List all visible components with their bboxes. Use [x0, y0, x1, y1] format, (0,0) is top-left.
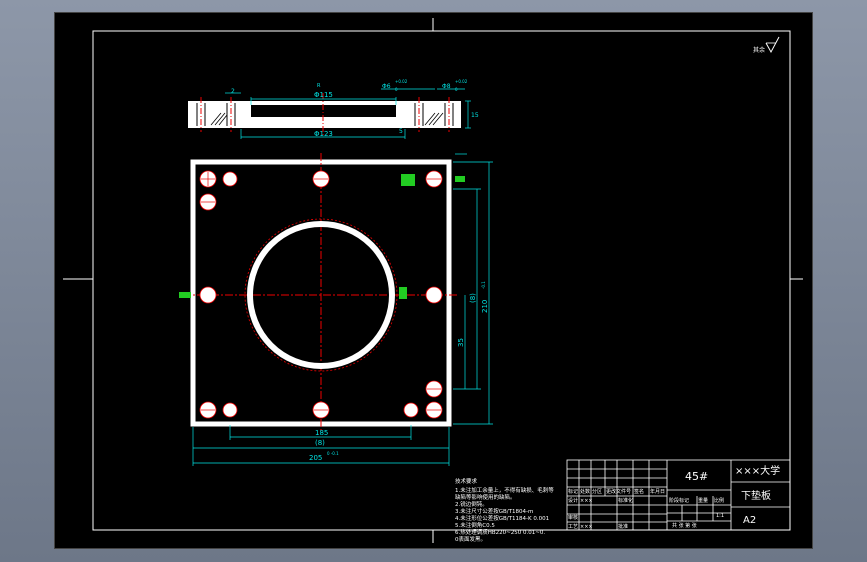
note-line: 1.未注加工余量上，不得有缺损、毛刺等	[455, 486, 554, 494]
tb-label: 更改文件号	[606, 488, 631, 495]
dim-hole-2-tol: +0.02	[455, 79, 468, 84]
note-line: 5.未注倒角C0.5	[455, 521, 495, 529]
tb-material: 45#	[685, 470, 708, 483]
tb-label: 标记	[568, 488, 578, 495]
dim-bottom-inner: 185	[315, 429, 328, 437]
tb-school: ×××大学	[735, 464, 780, 477]
dim-inner-diameter: Φ115	[314, 91, 333, 99]
tb-review-label: 审核	[568, 514, 578, 521]
centering-marks	[63, 18, 803, 543]
svg-text:其余: 其余	[753, 46, 765, 54]
tb-label: 年月日	[650, 488, 665, 495]
dim-right-mid: (8)	[469, 293, 477, 303]
dim-right-inner: 35	[457, 338, 465, 347]
note-line: 6.热处理调质HB220~250 0.01~0.	[455, 528, 545, 536]
note-line: 缺陷等影响使用的缺陷。	[455, 493, 516, 501]
top-view: Φ115 Φ123 Φ6 +0.02 0 Φ8 +0.02 0 2 R 15 5	[188, 79, 479, 139]
tb-designer-label: 设计	[568, 497, 578, 504]
tb-process-label: 工艺	[568, 524, 578, 530]
note-line: 3.未注尺寸公差按GB/T1804-m	[455, 507, 533, 515]
dim-outer-diameter: Φ123	[314, 130, 333, 138]
cad-drawing: 其余 Φ115 Φ123 Φ6 +0.02 0 Φ8 +0.02 0 2 R 1…	[63, 18, 803, 543]
dim-bottom-outer: 205	[309, 454, 322, 462]
dim-right-outer-tol: -0.1	[481, 281, 486, 289]
tb-label: 签名	[634, 488, 644, 495]
tb-scale-label: 比例	[714, 497, 724, 504]
main-view: 185 (8) 205 0 -0.1 210 -0.1 (8) 35	[179, 153, 493, 466]
tb-sheet-size: A2	[743, 515, 756, 526]
dim-hole-1-tol-low: 0	[395, 87, 398, 92]
dim-right-outer: 210	[481, 300, 489, 313]
tb-designer: ×××	[580, 498, 593, 504]
tb-label: 分区	[592, 488, 602, 495]
dim-hole-1-tol: +0.02	[395, 79, 408, 84]
dim-chamfer: 2	[231, 88, 235, 95]
dim-hole-2: Φ8	[442, 83, 451, 90]
drawing-sheet: 其余 Φ115 Φ123 Φ6 +0.02 0 Φ8 +0.02 0 2 R 1…	[55, 13, 812, 548]
dim-center-mark: R	[317, 83, 321, 89]
tb-standard-label: 标准化	[618, 497, 633, 504]
dim-hole-1: Φ6	[382, 83, 391, 90]
tb-label: 处数	[580, 488, 590, 495]
tb-part-name: 下垫板	[741, 489, 771, 502]
dim-bottom-mid: (8)	[315, 439, 325, 447]
tb-sheet-info: 共 张 第 张	[672, 522, 697, 529]
note-line: 0表面发黑。	[455, 535, 486, 543]
tb-process: ×××	[580, 524, 593, 530]
tb-weight-label: 重量	[698, 497, 708, 504]
technical-notes: 技术要求 1.未注加工余量上，不得有缺损、毛刺等 缺陷等影响使用的缺陷。 2.锐…	[455, 477, 554, 543]
dim-step: 5	[399, 128, 403, 135]
note-line: 4.未注形位公差按GB/T1184-K 0.001	[455, 514, 549, 522]
tb-stage-label: 阶段标记	[669, 497, 689, 504]
note-line: 2.锐边倒钝。	[455, 500, 488, 508]
tb-scale: 1:1	[716, 513, 724, 519]
dim-thickness: 15	[471, 112, 479, 119]
roughness-symbol: 其余	[753, 36, 780, 54]
dim-bottom-outer-tol: 0 -0.1	[327, 451, 339, 456]
tb-approve-label: 批准	[618, 523, 628, 530]
dim-hole-2-tol-low: 0	[455, 87, 458, 92]
notes-title: 技术要求	[455, 477, 478, 485]
